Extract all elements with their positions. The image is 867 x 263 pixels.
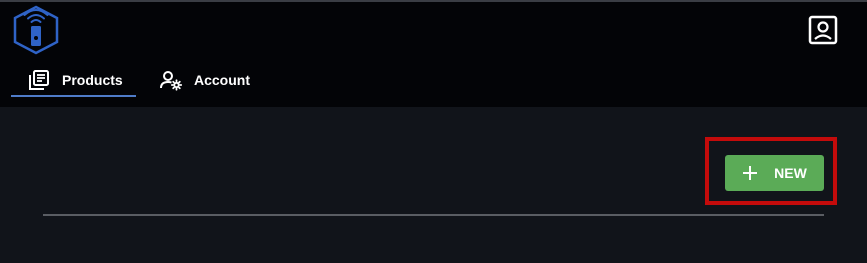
- account-settings-icon: [160, 71, 182, 91]
- app-header: Products Account: [0, 2, 867, 107]
- active-tab-indicator: [11, 95, 136, 97]
- tab-products[interactable]: Products: [28, 64, 123, 96]
- tab-account[interactable]: Account: [160, 64, 250, 96]
- new-button-label: NEW: [774, 165, 807, 181]
- product-list-icon: [29, 70, 49, 90]
- plus-icon: [743, 166, 758, 180]
- new-button[interactable]: NEW: [725, 155, 824, 191]
- tab-account-label: Account: [194, 72, 250, 88]
- profile-icon[interactable]: [807, 14, 839, 46]
- tab-products-label: Products: [62, 72, 123, 88]
- divider: [43, 214, 824, 216]
- logo-icon: [13, 5, 59, 55]
